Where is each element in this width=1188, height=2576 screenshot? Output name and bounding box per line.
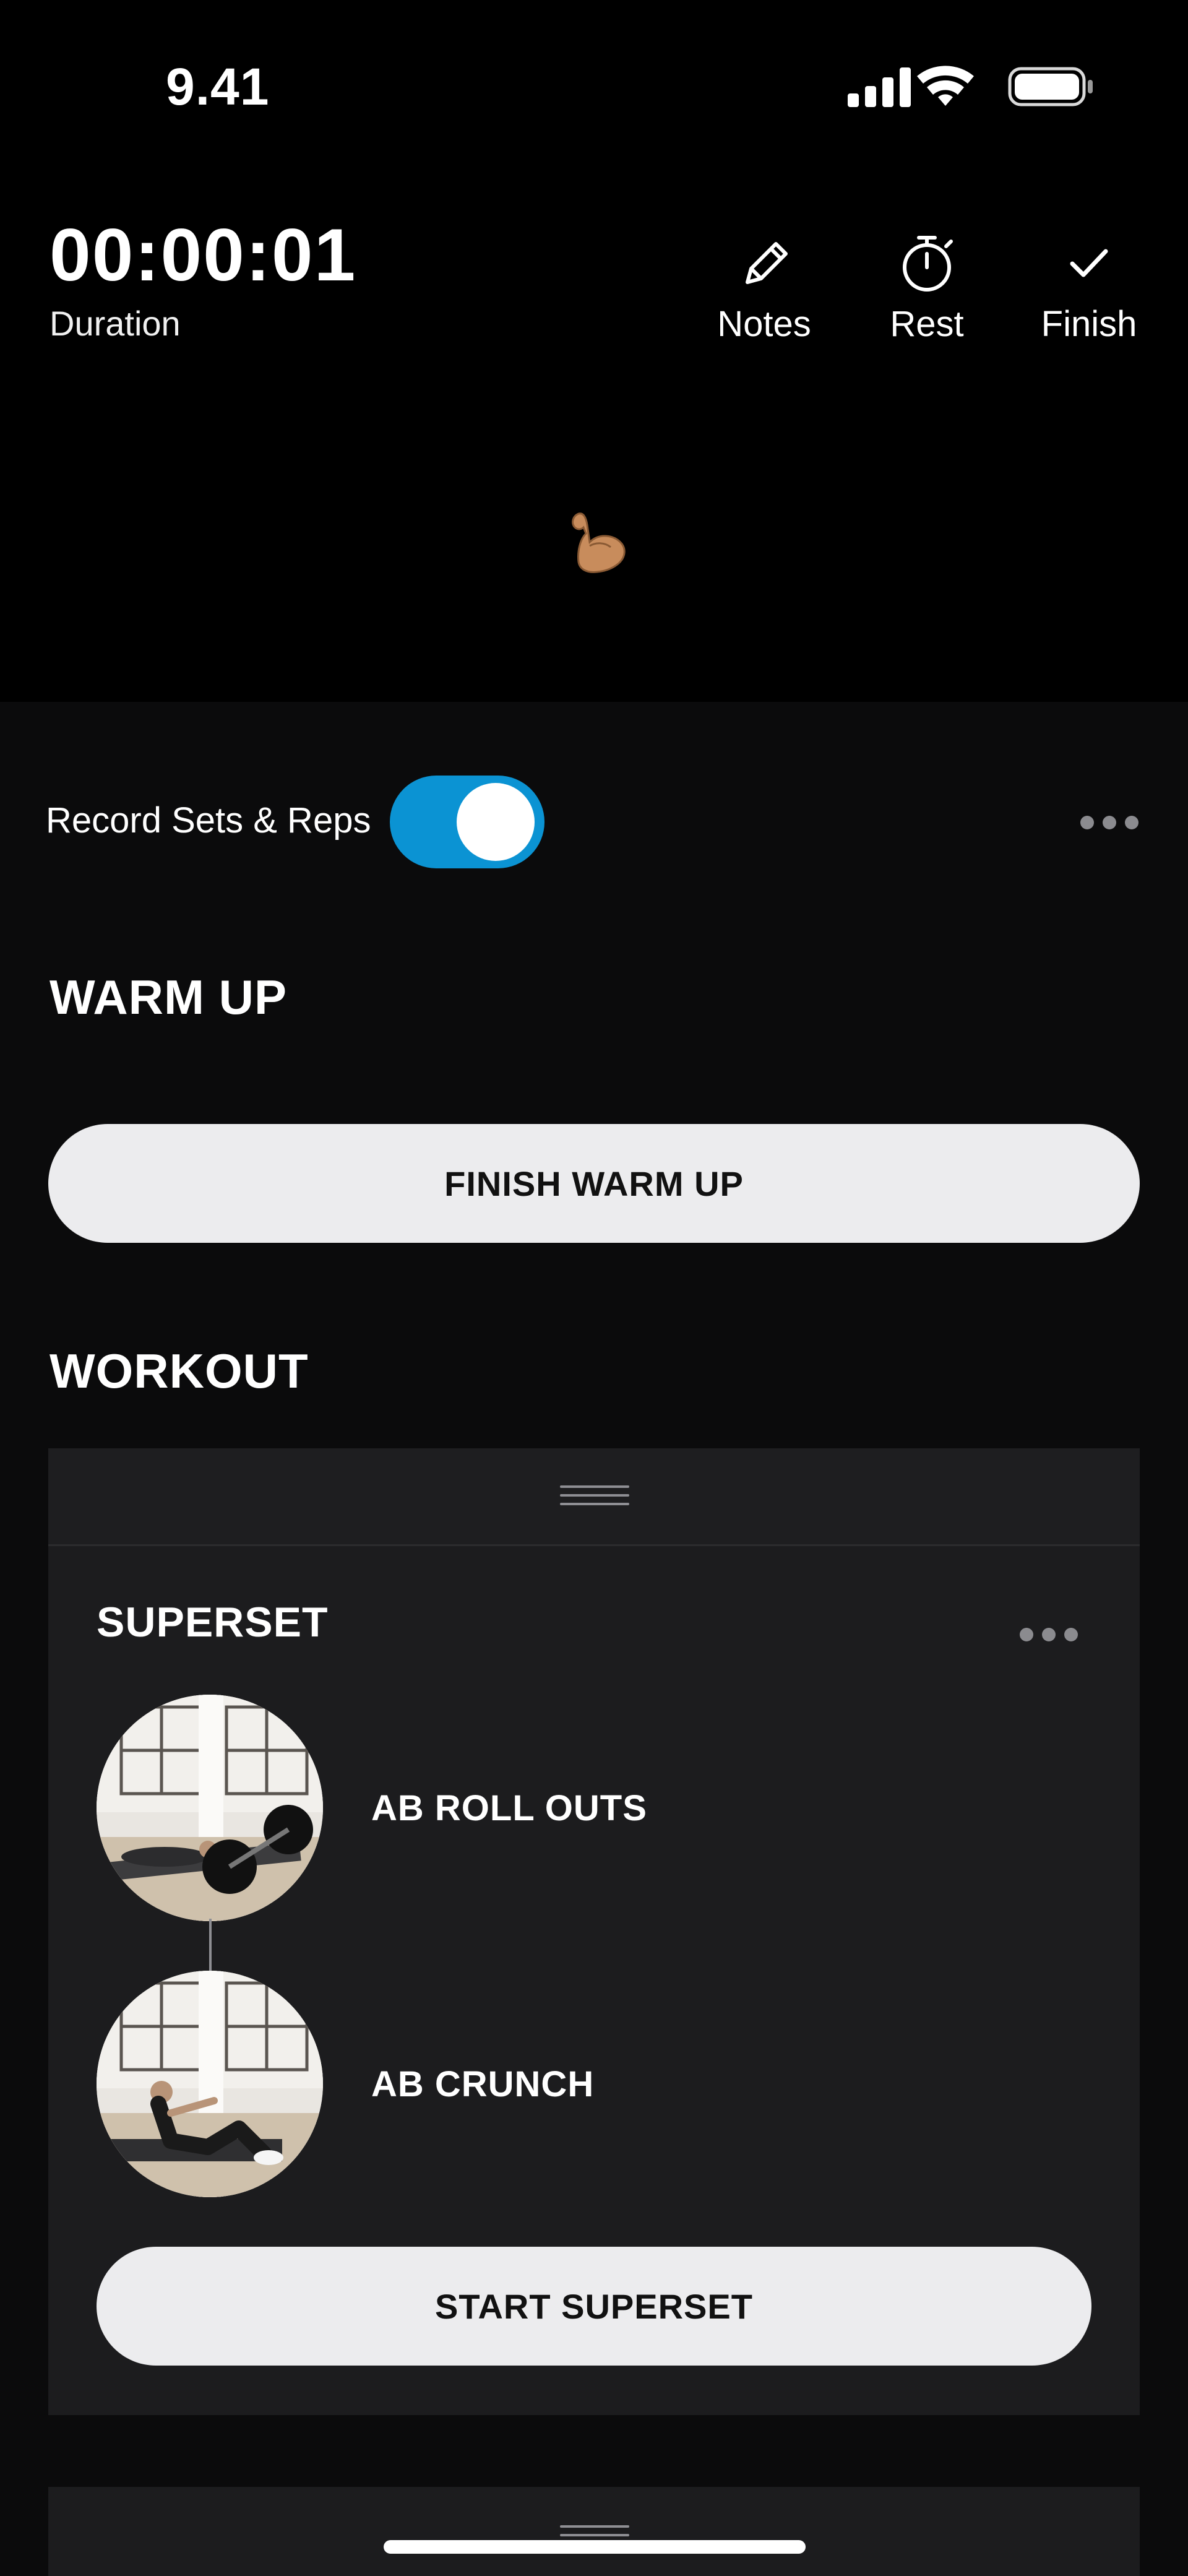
start-superset-button[interactable]: START SUPERSET xyxy=(97,2247,1091,2366)
record-sets-reps-toggle[interactable] xyxy=(390,776,544,868)
flexed-biceps-icon xyxy=(572,512,626,573)
ab-roll-outs-image xyxy=(97,1695,323,1921)
record-sets-reps-label: Record Sets & Reps xyxy=(46,800,371,841)
workout-title: WORKOUT xyxy=(50,1344,309,1398)
stopwatch-icon xyxy=(903,236,953,292)
exercise-name[interactable]: AB ROLL OUTS xyxy=(371,1787,647,1829)
finish-button[interactable]: Finish xyxy=(1027,229,1151,345)
pencil-icon xyxy=(746,242,788,284)
rest-button[interactable]: Rest xyxy=(865,229,989,345)
status-icons xyxy=(848,66,1093,107)
home-indicator[interactable] xyxy=(384,2540,806,2554)
ab-crunch-thumbnail[interactable] xyxy=(97,1971,323,2197)
duration-timer: 00:00:01 xyxy=(50,214,357,296)
battery-icon xyxy=(1008,67,1093,106)
finish-label: Finish xyxy=(1041,304,1137,344)
rest-label: Rest xyxy=(890,304,964,344)
notes-label: Notes xyxy=(717,304,811,344)
signal-icon xyxy=(848,67,911,107)
warm-up-title: WARM UP xyxy=(50,970,287,1024)
toggle-knob xyxy=(457,783,535,861)
more-options-icon[interactable] xyxy=(1080,816,1138,829)
superset-title: SUPERSET xyxy=(97,1599,329,1646)
duration-label: Duration xyxy=(50,304,181,343)
notes-button[interactable]: Notes xyxy=(702,229,826,345)
superset-connector xyxy=(209,1919,212,1971)
superset-more-icon[interactable] xyxy=(1020,1628,1078,1641)
wifi-icon xyxy=(917,66,974,106)
exercise-name[interactable]: AB CRUNCH xyxy=(371,2064,594,2105)
checkmark-icon xyxy=(1070,249,1108,277)
ab-roll-outs-thumbnail[interactable] xyxy=(97,1695,323,1921)
finish-warm-up-button[interactable]: FINISH WARM UP xyxy=(48,1124,1140,1243)
status-time: 9.41 xyxy=(166,58,270,116)
ab-crunch-image xyxy=(97,1971,323,2197)
drag-handle-icon[interactable] xyxy=(560,1485,629,1510)
